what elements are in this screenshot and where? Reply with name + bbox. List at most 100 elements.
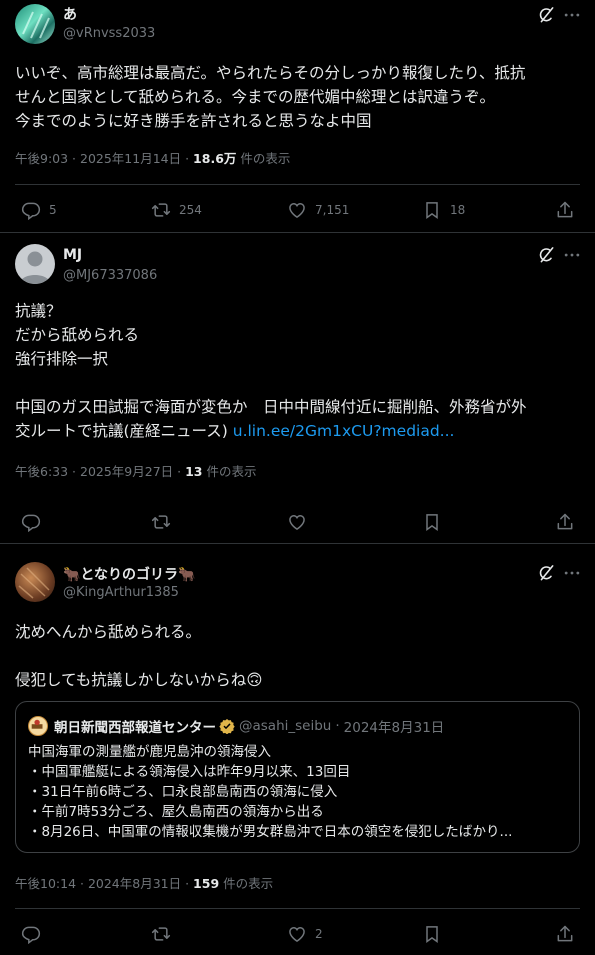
action-bar (0, 510, 595, 534)
tweet-text-line: 強行排除一択 (15, 350, 109, 368)
bookmark-icon (422, 924, 442, 944)
avatar[interactable] (15, 562, 55, 602)
tweet-text-line: いいぞ、高市総理は最高だ。やられたらその分しっかり報復したり、抵抗 (15, 64, 526, 82)
tweet-text-line: 抗議？ (15, 302, 62, 320)
tweet-text-line: 侵犯しても抗議しかしないからね🙃 (15, 671, 263, 689)
tweet-text-line: 今までのように好き勝手を許されると思うなよ中国 (15, 112, 372, 130)
tweet-text-line: だから舐められる (15, 326, 140, 344)
bookmark-button[interactable] (422, 922, 442, 946)
repost-button[interactable] (151, 922, 171, 946)
action-bar: 5 254 7,151 18 (0, 198, 595, 222)
tweet-text-line (15, 644, 580, 668)
repost-icon (151, 512, 171, 532)
grok-icon[interactable] (536, 563, 556, 583)
avatar[interactable] (15, 4, 55, 44)
quoted-display-name: 朝日新聞西部報道センター (54, 720, 216, 736)
more-icon[interactable] (562, 5, 582, 25)
divider (15, 184, 580, 185)
like-button[interactable] (287, 510, 307, 534)
bookmark-icon (422, 512, 442, 532)
reply-icon (21, 512, 41, 532)
reply-icon (21, 200, 41, 220)
like-button[interactable]: 2 (287, 922, 323, 946)
repost-button[interactable]: 254 (151, 198, 202, 222)
share-button[interactable] (555, 510, 575, 534)
like-icon (287, 924, 307, 944)
view-count-label: 件の表示 (219, 876, 274, 891)
tweet-timestamp[interactable]: 午後9:03 · 2025年11月14日 · 18.6万 件の表示 (15, 148, 290, 167)
reply-icon (21, 924, 41, 944)
share-button[interactable] (555, 922, 575, 946)
share-icon (555, 924, 575, 944)
tweet-text-line: 中国のガス田試掘で海面が変色か 日中中間線付近に掘削船、外務省が外 (15, 398, 527, 416)
bookmark-button[interactable]: 18 (422, 198, 465, 222)
share-icon (555, 200, 575, 220)
quoted-username: @asahi_seibu (239, 718, 332, 734)
tweet-2[interactable]: MJ @MJ67337086 抗議？ だから舐められる 強行排除一択 中国のガス… (0, 233, 595, 543)
like-icon (287, 512, 307, 532)
quoted-text-line: ・午前7時53分ごろ、屋久島南西の領海から出る (28, 804, 324, 820)
username[interactable]: @KingArthur1385 (63, 585, 179, 600)
bookmark-icon (422, 200, 442, 220)
tweet-text-segment: 交ルートで抗議(産経ニュース) (15, 422, 233, 440)
like-count: 2 (315, 927, 323, 941)
quoted-date: 2024年8月31日 (343, 720, 445, 736)
view-count-label: 件の表示 (236, 151, 291, 166)
display-name[interactable]: 🐂となりのゴリラ🐂 (63, 564, 195, 584)
timestamp[interactable]: 午後10:14 · 2024年8月31日 · (15, 876, 193, 891)
view-count-label: 件の表示 (202, 464, 257, 479)
grok-icon[interactable] (536, 245, 556, 265)
avatar[interactable] (15, 244, 55, 284)
repost-count: 254 (179, 203, 202, 217)
tweet-text: 抗議？ だから舐められる 強行排除一択 中国のガス田試掘で海面が変色か 日中中間… (15, 299, 580, 443)
quoted-tweet-header: 朝日新聞西部報道センター @asahi_seibu · 2024年8月31日 (28, 716, 444, 736)
tweet-text-line (15, 371, 580, 395)
bookmark-count: 18 (450, 203, 466, 217)
timestamp[interactable]: 午後6:33 · 2025年9月27日 · (15, 464, 185, 479)
quoted-text-line: ・31日午前6時ごろ、口永良部島南西の領海に侵入 (28, 784, 338, 800)
tweet-text-line: 沈めへんから舐められる。 (15, 623, 202, 641)
username[interactable]: @MJ67337086 (63, 268, 157, 283)
share-button[interactable] (555, 198, 575, 222)
timestamp[interactable]: 午後9:03 · 2025年11月14日 · (15, 151, 193, 166)
verified-badge-icon (219, 719, 235, 734)
quoted-text-line: ・中国軍艦艇による領海侵入は昨年9月以来、13回目 (28, 764, 351, 780)
more-icon[interactable] (562, 245, 582, 265)
like-icon (287, 200, 307, 220)
quoted-separator: · (335, 718, 340, 734)
like-count: 7,151 (315, 203, 350, 217)
view-count: 18.6万 (193, 151, 237, 166)
quoted-avatar (28, 716, 48, 736)
reply-button[interactable] (21, 922, 41, 946)
grok-icon[interactable] (536, 5, 556, 25)
repost-button[interactable] (151, 510, 171, 534)
reply-count: 5 (49, 203, 57, 217)
more-icon[interactable] (562, 563, 582, 583)
view-count: 13 (185, 464, 203, 479)
display-name[interactable]: あ (63, 4, 77, 24)
quoted-text-line: ・8月26日、中国軍の情報収集機が男女群島沖で日本の領空を侵犯したばかり... (28, 824, 513, 840)
tweet-text-line: せんと国家として舐められる。今までの歴代媚中総理とは訳違うぞ。 (15, 88, 496, 106)
tweet-text: 沈めへんから舐められる。 侵犯しても抗議しかしないからね🙃 (15, 620, 580, 692)
view-count: 159 (193, 876, 220, 891)
tweet-timestamp[interactable]: 午後10:14 · 2024年8月31日 · 159 件の表示 (15, 873, 273, 892)
tweet-text: いいぞ、高市総理は最高だ。やられたらその分しっかり報復したり、抵抗 せんと国家と… (15, 61, 580, 133)
username[interactable]: @vRnvss2033 (63, 26, 155, 41)
share-icon (555, 512, 575, 532)
action-bar: 2 (0, 922, 595, 946)
tweet-link[interactable]: u.lin.ee/2Gm1xCU?mediad... (233, 422, 455, 440)
repost-icon (151, 200, 171, 220)
quoted-tweet-text: 中国海軍の測量艦が鹿児島沖の領海侵入 ・中国軍艦艇による領海侵入は昨年9月以来、… (28, 742, 568, 842)
reply-button[interactable]: 5 (21, 198, 57, 222)
repost-icon (151, 924, 171, 944)
tweet-1[interactable]: あ @vRnvss2033 いいぞ、高市総理は最高だ。やられたらその分しっかり報… (0, 0, 595, 232)
tweet-text-line: 交ルートで抗議(産経ニュース) u.lin.ee/2Gm1xCU?mediad.… (15, 419, 580, 443)
quoted-tweet[interactable]: 朝日新聞西部報道センター @asahi_seibu · 2024年8月31日 中… (15, 701, 580, 853)
bookmark-button[interactable] (422, 510, 442, 534)
display-name[interactable]: MJ (63, 247, 82, 263)
like-button[interactable]: 7,151 (287, 198, 349, 222)
reply-button[interactable] (21, 510, 41, 534)
divider (15, 908, 580, 909)
quoted-text-line: 中国海軍の測量艦が鹿児島沖の領海侵入 (28, 744, 271, 760)
tweet-timestamp[interactable]: 午後6:33 · 2025年9月27日 · 13 件の表示 (15, 461, 256, 480)
